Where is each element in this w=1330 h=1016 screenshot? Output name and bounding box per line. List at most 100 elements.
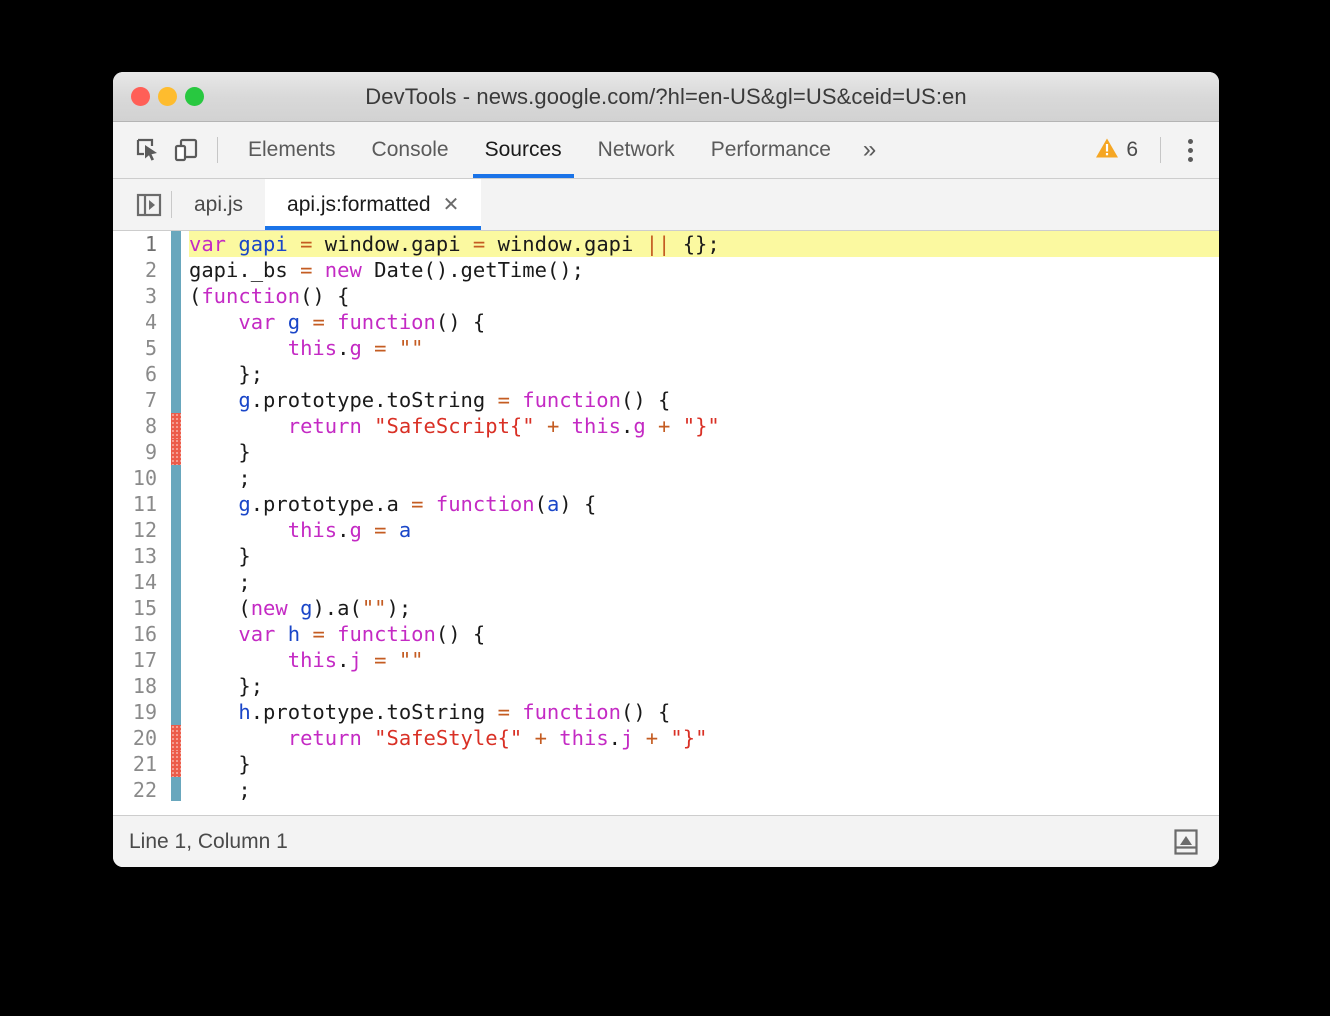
- line-number[interactable]: 3: [113, 284, 171, 308]
- code-line-text: (function() {: [189, 283, 1219, 309]
- line-number[interactable]: 1: [113, 232, 171, 256]
- gutter-spacer: [181, 335, 189, 361]
- more-panels-chevron-icon[interactable]: »: [849, 122, 890, 178]
- code-line[interactable]: 10 ;: [113, 465, 1219, 491]
- code-token: .: [337, 336, 350, 360]
- source-code-editor[interactable]: 1 var gapi = window.gapi = window.gapi ||…: [113, 231, 1219, 815]
- line-number[interactable]: 23: [113, 804, 171, 815]
- code-token: this: [559, 726, 609, 750]
- close-icon[interactable]: ✕: [443, 195, 460, 215]
- gutter-spacer: [181, 543, 189, 569]
- tab-elements[interactable]: Elements: [230, 122, 354, 178]
- gutter-spacer: [181, 413, 189, 439]
- line-number[interactable]: 13: [113, 544, 171, 568]
- code-token: };: [189, 362, 264, 386]
- line-number[interactable]: 17: [113, 648, 171, 672]
- code-token: var: [189, 232, 227, 256]
- gutter-spacer: [181, 699, 189, 725]
- code-line[interactable]: 21 }: [113, 751, 1219, 777]
- code-line[interactable]: 12 this. g = a: [113, 517, 1219, 543]
- code-line[interactable]: 9 }: [113, 439, 1219, 465]
- code-line[interactable]: 2 gapi._bs = new Date().getTime();: [113, 257, 1219, 283]
- code-line[interactable]: 16 var h = function() {: [113, 621, 1219, 647]
- show-navigator-icon[interactable]: [127, 179, 171, 230]
- traffic-light-buttons: [131, 72, 204, 121]
- line-number[interactable]: 14: [113, 570, 171, 594]
- code-token: ) {: [559, 804, 596, 815]
- line-number[interactable]: 2: [113, 258, 171, 282]
- code-line[interactable]: 3 (function() {: [113, 283, 1219, 309]
- code-line-text: var gapi = window.gapi = window.gapi || …: [189, 231, 1219, 257]
- line-number[interactable]: 21: [113, 752, 171, 776]
- code-line[interactable]: 5 this. g = "": [113, 335, 1219, 361]
- line-number[interactable]: 20: [113, 726, 171, 750]
- line-number[interactable]: 19: [113, 700, 171, 724]
- close-window-button[interactable]: [131, 87, 150, 106]
- code-line[interactable]: 17 this. j = "": [113, 647, 1219, 673]
- tab-sources[interactable]: Sources: [467, 122, 580, 178]
- more-options-kebab-icon[interactable]: [1173, 131, 1207, 169]
- code-token: function: [201, 284, 301, 308]
- code-line-container: 1 var gapi = window.gapi = window.gapi ||…: [113, 231, 1219, 815]
- code-token: (: [535, 804, 547, 815]
- code-line[interactable]: 20 return "SafeStyle{" + this. j + "}": [113, 725, 1219, 751]
- cursor-position-status: Line 1, Column 1: [129, 829, 288, 853]
- line-number[interactable]: 9: [113, 440, 171, 464]
- code-line[interactable]: 13 }: [113, 543, 1219, 569]
- gutter-spacer: [181, 439, 189, 465]
- code-token: };: [189, 674, 264, 698]
- code-line[interactable]: 14 ;: [113, 569, 1219, 595]
- minimize-window-button[interactable]: [158, 87, 177, 106]
- line-number[interactable]: 12: [113, 518, 171, 542]
- tab-network[interactable]: Network: [580, 122, 693, 178]
- line-number[interactable]: 22: [113, 778, 171, 802]
- line-number[interactable]: 11: [113, 492, 171, 516]
- line-number[interactable]: 4: [113, 310, 171, 334]
- tab-console[interactable]: Console: [354, 122, 467, 178]
- code-line[interactable]: 23 h.prototype.a = function(a) {: [113, 803, 1219, 815]
- code-line[interactable]: 6 };: [113, 361, 1219, 387]
- coverage-gutter-marker: [171, 309, 181, 335]
- line-number[interactable]: 18: [113, 674, 171, 698]
- device-toolbar-icon[interactable]: [167, 131, 205, 169]
- line-number[interactable]: 7: [113, 388, 171, 412]
- code-line[interactable]: 8 return "SafeScript{" + this. g + "}": [113, 413, 1219, 439]
- code-line[interactable]: 1 var gapi = window.gapi = window.gapi ||…: [113, 231, 1219, 257]
- code-line[interactable]: 4 var g = function() {: [113, 309, 1219, 335]
- code-line[interactable]: 7 g .prototype.toString = function() {: [113, 387, 1219, 413]
- gutter-spacer: [181, 283, 189, 309]
- warning-badge[interactable]: 6: [1085, 137, 1148, 164]
- code-line[interactable]: 19 h .prototype.toString = function() {: [113, 699, 1219, 725]
- code-line[interactable]: 15 (new g).a("");: [113, 595, 1219, 621]
- line-number[interactable]: 6: [113, 362, 171, 386]
- code-token: =: [312, 622, 325, 646]
- code-token: ) {: [559, 492, 597, 516]
- code-token: g: [349, 518, 362, 542]
- code-line[interactable]: 22 ;: [113, 777, 1219, 803]
- code-line[interactable]: 11 g .prototype.a = function(a) {: [113, 491, 1219, 517]
- file-tab-api-js[interactable]: api.js: [172, 179, 265, 230]
- code-line[interactable]: 18 };: [113, 673, 1219, 699]
- code-token: h: [287, 622, 301, 646]
- line-number[interactable]: 8: [113, 414, 171, 438]
- inspect-element-icon[interactable]: [129, 131, 167, 169]
- code-line-text: ;: [189, 465, 1219, 491]
- kebab-dot: [1187, 138, 1193, 144]
- file-tab-api-js-formatted[interactable]: api.js:formatted ✕: [265, 179, 482, 230]
- line-number[interactable]: 16: [113, 622, 171, 646]
- maximize-window-button[interactable]: [185, 87, 204, 106]
- pretty-print-icon[interactable]: [1169, 825, 1203, 859]
- code-line-text: (new g).a("");: [189, 595, 1219, 621]
- tab-performance[interactable]: Performance: [693, 122, 849, 178]
- code-line-text: return "SafeScript{" + this. g + "}": [189, 413, 1219, 439]
- code-token: }: [189, 440, 251, 464]
- line-number[interactable]: 5: [113, 336, 171, 360]
- line-number[interactable]: 15: [113, 596, 171, 620]
- line-number[interactable]: 10: [113, 466, 171, 490]
